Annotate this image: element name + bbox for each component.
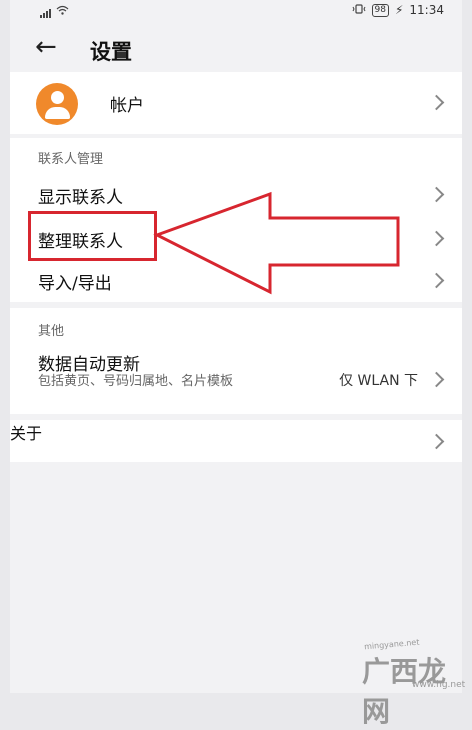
account-label: 帐户 xyxy=(110,96,144,116)
about-row[interactable]: 关于 xyxy=(10,420,462,462)
watermark-url: www.hg.net xyxy=(412,680,466,690)
wifi-icon xyxy=(56,4,69,18)
watermark-logo: 广西龙网 xyxy=(362,655,447,728)
display-contacts-label: 显示联系人 xyxy=(38,188,123,208)
chevron-right-icon xyxy=(428,272,445,289)
auto-update-row[interactable]: 数据自动更新 包括黄页、号码归属地、名片模板 仅 WLAN 下 xyxy=(10,344,462,412)
page-title: 设置 xyxy=(90,40,132,64)
chevron-right-icon xyxy=(428,186,445,203)
chevron-right-icon xyxy=(428,371,445,388)
chevron-right-icon xyxy=(428,433,445,450)
charging-icon: ⚡ xyxy=(394,3,404,17)
auto-update-label: 数据自动更新 xyxy=(38,355,140,375)
highlight-box xyxy=(28,211,157,261)
account-row[interactable]: 帐户 xyxy=(10,72,462,134)
battery-icon: 98 xyxy=(371,3,389,17)
chevron-right-icon xyxy=(428,230,445,247)
back-arrow-icon[interactable]: ← xyxy=(35,32,57,62)
section-title-other: 其他 xyxy=(38,324,65,339)
page-header: ← 设置 xyxy=(10,28,462,68)
signal-icon xyxy=(40,8,51,18)
settings-screen: 98 ⚡ 11:34 ← 设置 帐户 联系人管理 显示联系人 整理联系人 导入/… xyxy=(10,0,466,728)
annotation-arrow-icon xyxy=(153,191,400,295)
about-label: 关于 xyxy=(10,424,43,443)
auto-update-value: 仅 WLAN 下 xyxy=(339,373,418,389)
status-left xyxy=(40,4,69,18)
other-section: 其他 数据自动更新 包括黄页、号码归属地、名片模板 仅 WLAN 下 xyxy=(10,308,462,414)
status-bar: 98 ⚡ 11:34 xyxy=(10,0,462,22)
section-title-contacts: 联系人管理 xyxy=(38,152,104,167)
vibrate-icon xyxy=(352,3,366,17)
avatar-icon xyxy=(36,83,78,125)
status-time: 11:34 xyxy=(409,3,444,17)
auto-update-description: 包括黄页、号码归属地、名片模板 xyxy=(38,374,234,389)
status-right: 98 ⚡ 11:34 xyxy=(352,3,444,17)
import-export-label: 导入/导出 xyxy=(38,274,112,294)
chevron-right-icon xyxy=(428,94,445,111)
